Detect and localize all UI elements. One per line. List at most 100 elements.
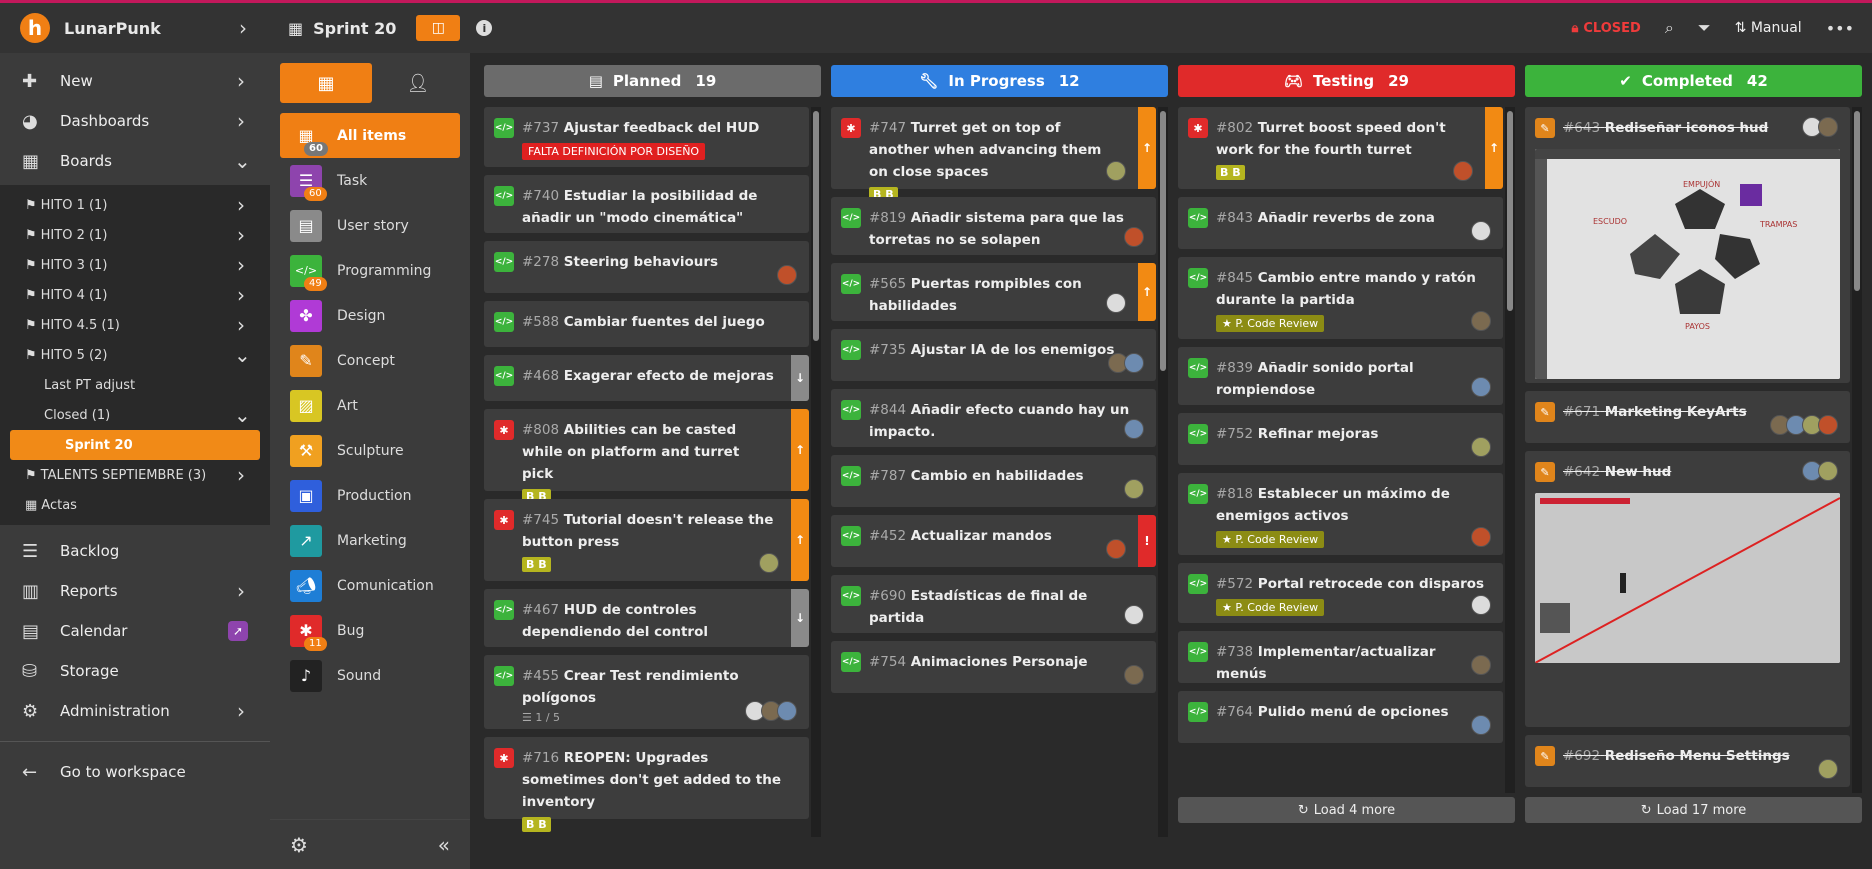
column-scrollbar[interactable] [1505,107,1515,793]
work-item-card[interactable]: ✱ #808 Abilities can be casted while on p… [484,409,809,504]
work-item-card[interactable]: </> #839 Añadir sonido portal rompiendose [1178,347,1503,405]
avatar[interactable] [1818,117,1838,137]
work-item-card[interactable]: </> #845 Cambio entre mando y ratón duran… [1178,257,1503,339]
avatar[interactable] [777,701,797,721]
work-item-card[interactable]: ✎ #643 Rediseñar iconos hud EMPUJÓN ESCUD… [1525,107,1850,383]
nav-reports[interactable]: ▥ Reports › [0,571,270,611]
collapse-icon[interactable]: « [438,833,450,857]
type-filter-task[interactable]: ☰ 60 Task [270,158,470,203]
work-item-card[interactable]: </> #843 Añadir reverbs de zona [1178,197,1503,249]
types-grid-tab[interactable]: ▦ [280,63,372,103]
work-item-card[interactable]: </> #690 Estadísticas de final de partida [831,575,1156,633]
toggle-sidebar-button[interactable]: ◫ [416,15,461,41]
work-item-card[interactable]: </> #468 Exagerar efecto de mejoras ↓ [484,355,809,401]
scrollbar-thumb[interactable] [1854,111,1860,291]
board-item-hito-3[interactable]: ⚑ HITO 3 (1) › [0,250,270,280]
avatar[interactable] [1818,461,1838,481]
column-header[interactable]: 🎮︎ Testing 29 [1178,65,1515,97]
avatar[interactable] [1453,161,1473,181]
work-item-card[interactable]: </> #735 Ajustar IA de los enemigos [831,329,1156,381]
sort-selector[interactable]: ⇅ Manual [1735,20,1802,36]
avatar[interactable] [1471,437,1491,457]
board-item-hito-4-5[interactable]: ⚑ HITO 4.5 (1) › [0,310,270,340]
nav-calendar[interactable]: ▤ Calendar ➚ [0,611,270,651]
users-tab[interactable]: 👤︎ [378,63,458,103]
avatar[interactable] [1124,227,1144,247]
work-item-card[interactable]: ✎ #692 Rediseño Menu Settings [1525,735,1850,787]
hud-screenshot-image[interactable] [1535,493,1840,663]
scrollbar-thumb[interactable] [1507,111,1513,311]
type-filter-sound[interactable]: ♪ Sound [270,653,470,698]
work-item-card[interactable]: </> #787 Cambio en habilidades [831,455,1156,507]
nav-go-to-workspace[interactable]: ← Go to workspace [0,752,270,792]
board-item-hito-5[interactable]: ⚑ HITO 5 (2) ⌄ [0,340,270,370]
work-item-card[interactable]: </> #278 Steering behaviours [484,241,809,293]
board-item-sprint-20[interactable]: Sprint 20 [10,430,260,460]
workspace-switcher[interactable]: h LunarPunk › [0,3,270,53]
avatar[interactable] [1124,605,1144,625]
column-header[interactable]: 🔧︎ In Progress 12 [831,65,1168,97]
board-item-hito-4[interactable]: ⚑ HITO 4 (1) › [0,280,270,310]
column-scrollbar[interactable] [1158,107,1168,837]
work-item-card[interactable]: ✱ #802 Turret boost speed don't work for … [1178,107,1503,189]
avatar[interactable] [1471,311,1491,331]
type-filter-comunication[interactable]: 📣︎ Comunication [270,563,470,608]
settings-gear-icon[interactable]: ⚙ [290,833,308,857]
nav-backlog[interactable]: ☰ Backlog [0,531,270,571]
type-filter-sculpture[interactable]: ⚒ Sculpture [270,428,470,473]
column-scrollbar[interactable] [1852,107,1862,793]
work-item-card[interactable]: </> #764 Pulido menú de opciones [1178,691,1503,743]
board-item-hito-2[interactable]: ⚑ HITO 2 (1) › [0,220,270,250]
type-filter-all-items[interactable]: ▦ 60 All items [280,113,460,158]
type-filter-art[interactable]: ▨ Art [270,383,470,428]
work-item-card[interactable]: </> #565 Puertas rompibles con habilidade… [831,263,1156,321]
work-item-card[interactable]: ✱ #747 Turret get on top of another when … [831,107,1156,202]
more-icon[interactable]: ••• [1826,19,1854,38]
avatar[interactable] [1124,419,1144,439]
avatar[interactable] [1124,479,1144,499]
work-item-card[interactable]: ✎ #642 New hud [1525,451,1850,727]
avatar[interactable] [1106,293,1126,313]
work-item-card[interactable]: </> #455 Crear Test rendimiento polígonos… [484,655,809,729]
type-filter-marketing[interactable]: ↗ Marketing [270,518,470,563]
type-filter-programming[interactable]: </> 49 Programming [270,248,470,293]
type-filter-bug[interactable]: ✱ 11 Bug [270,608,470,653]
column-scrollbar[interactable] [811,107,821,837]
avatar[interactable] [1124,353,1144,373]
filter-icon[interactable]: ⏷ [1698,18,1711,38]
work-item-card[interactable]: </> #819 Añadir sistema para que las torr… [831,197,1156,255]
nav-administration[interactable]: ⚙ Administration › [0,691,270,731]
type-filter-design[interactable]: ✤ Design [270,293,470,338]
type-filter-production[interactable]: ▣ Production [270,473,470,518]
column-header[interactable]: ✔ Completed 42 [1525,65,1862,97]
work-item-card[interactable]: </> #572 Portal retrocede con disparos ★ P… [1178,563,1503,623]
column-header[interactable]: ▤ Planned 19 [484,65,821,97]
avatar[interactable] [1818,415,1838,435]
work-item-card[interactable]: ✱ #745 Tutorial doesn't release the butto… [484,499,809,581]
avatar[interactable] [1818,759,1838,779]
info-icon[interactable]: i [476,20,493,36]
hud-sketch-image[interactable]: EMPUJÓN ESCUDO TRAMPAS PAYOS [1535,149,1840,379]
work-item-card[interactable]: </> #844 Añadir efecto cuando hay un impa… [831,389,1156,447]
work-item-card[interactable]: </> #752 Refinar mejoras [1178,413,1503,465]
board-status-badge[interactable]: 🔒︎ CLOSED [1571,21,1640,36]
work-item-card[interactable]: </> #588 Cambiar fuentes del juego [484,301,809,347]
work-item-card[interactable]: </> #737 Ajustar feedback del HUD FALTA DE… [484,107,809,167]
nav-dashboards[interactable]: ◕ Dashboards › [0,101,270,141]
work-item-card[interactable]: </> #738 Implementar/actualizar menús [1178,631,1503,683]
load-more-button[interactable]: ↻ Load 4 more [1178,797,1515,823]
avatar[interactable] [1471,377,1491,397]
avatar[interactable] [1471,527,1491,547]
avatar[interactable] [1106,161,1126,181]
nav-storage[interactable]: ⛁ Storage [0,651,270,691]
nav-new[interactable]: ✚ New › [0,61,270,101]
search-icon[interactable]: ⌕ [1665,18,1674,38]
avatar[interactable] [1471,595,1491,615]
board-item-talents[interactable]: ⚑ TALENTS SEPTIEMBRE (3) › [0,460,270,490]
board-item-closed[interactable]: Closed (1) ⌄ [0,400,270,430]
nav-boards[interactable]: ▦ Boards ⌄ [0,141,270,181]
work-item-card[interactable]: ✱ #716 REOPEN: Upgrades sometimes don't g… [484,737,809,832]
rocket-icon[interactable]: ➚ [228,621,248,641]
work-item-card[interactable]: </> #740 Estudiar la posibilidad de añadi… [484,175,809,233]
avatar[interactable] [1471,221,1491,241]
